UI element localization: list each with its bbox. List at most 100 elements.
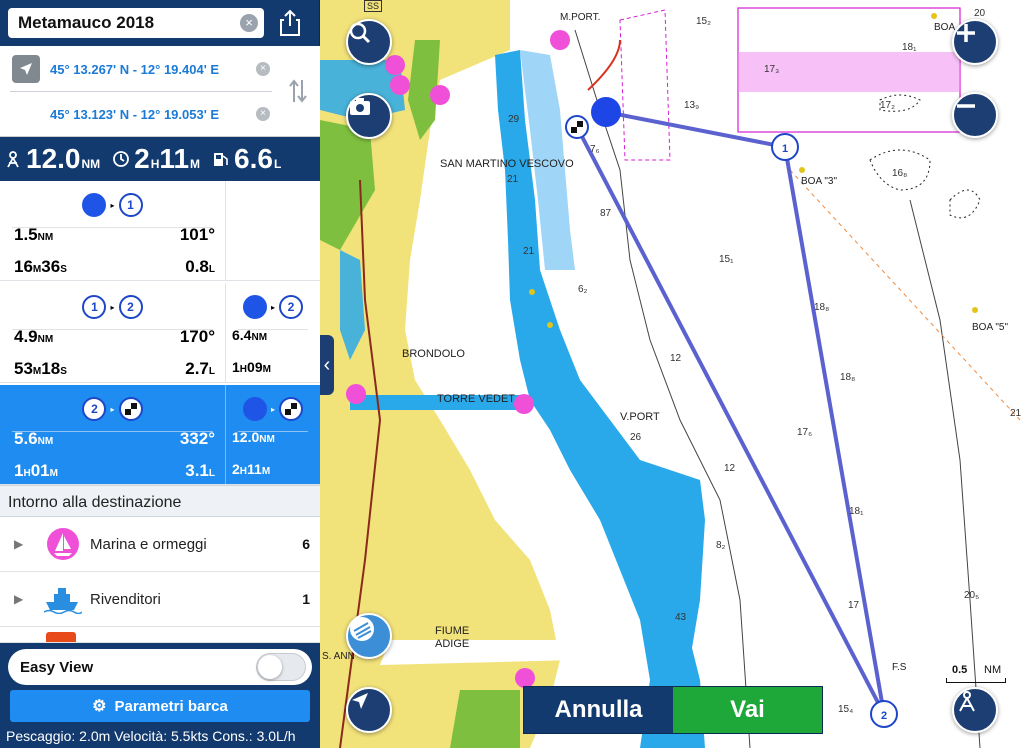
compass-button[interactable] bbox=[952, 687, 998, 733]
clear-route-name-icon[interactable]: × bbox=[240, 14, 258, 32]
cumulative-time: 2H11M bbox=[232, 461, 271, 477]
clear-start-icon[interactable]: × bbox=[256, 62, 270, 76]
scale-unit: NM bbox=[984, 664, 1002, 676]
leg-fuel: 3.1L bbox=[185, 461, 215, 480]
scale-bar: 0.5 NM bbox=[946, 664, 1006, 684]
route-header: Metamauco 2018 × 45° 13.267' N - 12° 19.… bbox=[0, 0, 320, 137]
leg-fuel: 0.8L bbox=[185, 257, 215, 276]
map-label-mport: M.PORT. bbox=[560, 12, 601, 23]
zoom-in-button[interactable] bbox=[952, 19, 998, 65]
total-fuel: 6.6 L bbox=[212, 143, 281, 175]
scale-bar-line bbox=[946, 678, 1006, 683]
partial-category-icon bbox=[46, 631, 76, 642]
leg-cumulative: ▸ 2 6.4NM 1H09M bbox=[226, 283, 320, 382]
total-time-minutes: 11 bbox=[159, 143, 190, 174]
end-coordinate-row[interactable]: 45° 13.123' N - 12° 19.053' E × bbox=[10, 93, 270, 135]
map-label-brondolo: BRONDOLO bbox=[402, 348, 465, 360]
search-button[interactable] bbox=[346, 19, 392, 65]
expand-chevron-icon: ▶ bbox=[14, 592, 24, 606]
waypoint-2-icon: 2 bbox=[279, 295, 303, 319]
map-label-fs: F.S bbox=[892, 662, 907, 673]
depth-sounding: 8₂ bbox=[716, 540, 726, 551]
leg-endpoints: ▸ 1 bbox=[0, 193, 225, 217]
collapse-sidebar-button[interactable]: ‹ bbox=[320, 335, 334, 395]
boat-parameters-button[interactable]: ⚙ Parametri barca bbox=[10, 690, 310, 722]
cumulative-time: 1H09M bbox=[232, 359, 271, 375]
nearby-item-label: Marina e ormeggi bbox=[90, 535, 207, 553]
start-coordinate-row[interactable]: 45° 13.267' N - 12° 19.404' E × bbox=[10, 48, 270, 90]
waypoint-2-icon: 2 bbox=[118, 295, 143, 319]
depth-sounding: 16₈ bbox=[892, 168, 908, 179]
depth-sounding: 18₈ bbox=[814, 302, 830, 313]
depth-sounding: 21 bbox=[507, 174, 519, 185]
boat-icon bbox=[242, 397, 267, 421]
leg-row[interactable]: 1 ▸ 2 4.9NM 170° 53M18S 2.7L ▸ 2 6.4NM 1… bbox=[0, 283, 320, 383]
leg-distance: 5.6NM bbox=[14, 429, 54, 448]
waypoint-1-icon: 1 bbox=[118, 193, 143, 217]
route-summary: 12.0 NM 2H 11 M 6.6 L bbox=[0, 137, 320, 181]
nearby-item-count: 6 bbox=[302, 536, 310, 552]
navigation-arrow-icon bbox=[352, 693, 368, 709]
arrow-icon: ▸ bbox=[110, 404, 115, 414]
finish-flag-icon bbox=[279, 397, 303, 421]
leg-row-active[interactable]: 2 ▸ 5.6NM 332° 1H01M 3.1L ▸ 12.0NM 2H11M bbox=[0, 385, 320, 485]
locate-button[interactable] bbox=[346, 687, 392, 733]
nearby-item-marinas[interactable]: ▶ Marina e ormeggi 6 bbox=[0, 517, 320, 572]
depth-sounding: 18₁ bbox=[902, 42, 917, 53]
map-label-torre: TORRE VEDET bbox=[437, 393, 516, 405]
go-button[interactable]: Vai bbox=[673, 687, 822, 733]
arrow-icon: ▸ bbox=[270, 404, 275, 414]
depth-sounding: 87 bbox=[600, 208, 612, 219]
finish-flag-icon bbox=[118, 397, 143, 421]
map-layers-icon bbox=[350, 617, 374, 641]
leg-row[interactable]: ▸ 1 1.5NM 101° 16M36S 0.8L bbox=[0, 181, 320, 281]
camera-icon bbox=[350, 98, 370, 115]
leg-bearing: 170° bbox=[179, 327, 215, 346]
map-label-boa5: BOA "5" bbox=[972, 322, 1009, 333]
clear-end-icon[interactable]: × bbox=[256, 107, 270, 121]
depth-sounding: 6₂ bbox=[578, 284, 588, 295]
cumulative-endpoints: ▸ 2 bbox=[226, 295, 320, 319]
nautical-chart-map[interactable]: 1 2 SAN MARTINO VESCOVO BRONDOLO TORRE V… bbox=[320, 0, 1024, 748]
depth-sounding: 29 bbox=[508, 114, 520, 125]
zoom-out-button[interactable] bbox=[952, 92, 998, 138]
leg-time: 1H01M bbox=[14, 461, 58, 480]
depth-sounding: 15₄ bbox=[838, 704, 854, 715]
map-label-boa3: BOA "3" bbox=[801, 176, 838, 187]
search-icon bbox=[349, 22, 371, 44]
coordinates-panel: 45° 13.267' N - 12° 19.404' E × 45° 13.1… bbox=[0, 46, 320, 137]
camera-button[interactable] bbox=[346, 93, 392, 139]
chart-drawing: 1 2 bbox=[320, 0, 1021, 748]
leg-details: 2 ▸ 5.6NM 332° 1H01M 3.1L bbox=[0, 385, 226, 484]
leg-cumulative-empty bbox=[226, 181, 320, 280]
cumulative-distance: 6.4NM bbox=[232, 327, 268, 343]
share-button[interactable] bbox=[273, 6, 307, 40]
map-label-s-ann: S. ANN bbox=[322, 651, 355, 662]
route-legs: ▸ 1 1.5NM 101° 16M36S 0.8L 1 ▸ 2 4.9NM 1… bbox=[0, 181, 320, 485]
map-label-ss: SS bbox=[364, 0, 383, 12]
nearby-item-partial[interactable] bbox=[0, 627, 320, 643]
layers-button[interactable] bbox=[346, 613, 392, 659]
total-time-hours: 2 bbox=[134, 143, 150, 174]
depth-sounding: 17 bbox=[848, 600, 860, 611]
minus-icon bbox=[957, 104, 975, 108]
waypoint-2-icon: 2 bbox=[82, 397, 107, 421]
location-arrow-icon bbox=[12, 55, 40, 83]
easy-view-label: Easy View bbox=[20, 658, 94, 676]
total-distance-value: 12.0 bbox=[26, 143, 81, 174]
depth-sounding: 17₃ bbox=[764, 64, 780, 75]
arrow-icon: ▸ bbox=[270, 302, 275, 312]
sidebar-footer: Easy View ⚙ Parametri barca Pescaggio: 2… bbox=[0, 643, 320, 748]
easy-view-toggle[interactable] bbox=[256, 653, 306, 681]
scale-value: 0.5 bbox=[952, 664, 968, 676]
boat-icon bbox=[82, 193, 107, 217]
compass-icon bbox=[959, 691, 975, 712]
swap-endpoints-button[interactable] bbox=[288, 78, 308, 106]
total-fuel-unit: L bbox=[273, 157, 282, 171]
cancel-button[interactable]: Annulla bbox=[524, 687, 673, 733]
nearby-item-dealers[interactable]: ▶ Rivenditori 1 bbox=[0, 572, 320, 627]
route-name-field[interactable]: Metamauco 2018 × bbox=[8, 8, 264, 38]
map-label-boa-top: BOA bbox=[934, 22, 956, 33]
depth-sounding: 15₁ bbox=[719, 254, 734, 265]
sailboat-icon bbox=[44, 525, 82, 563]
